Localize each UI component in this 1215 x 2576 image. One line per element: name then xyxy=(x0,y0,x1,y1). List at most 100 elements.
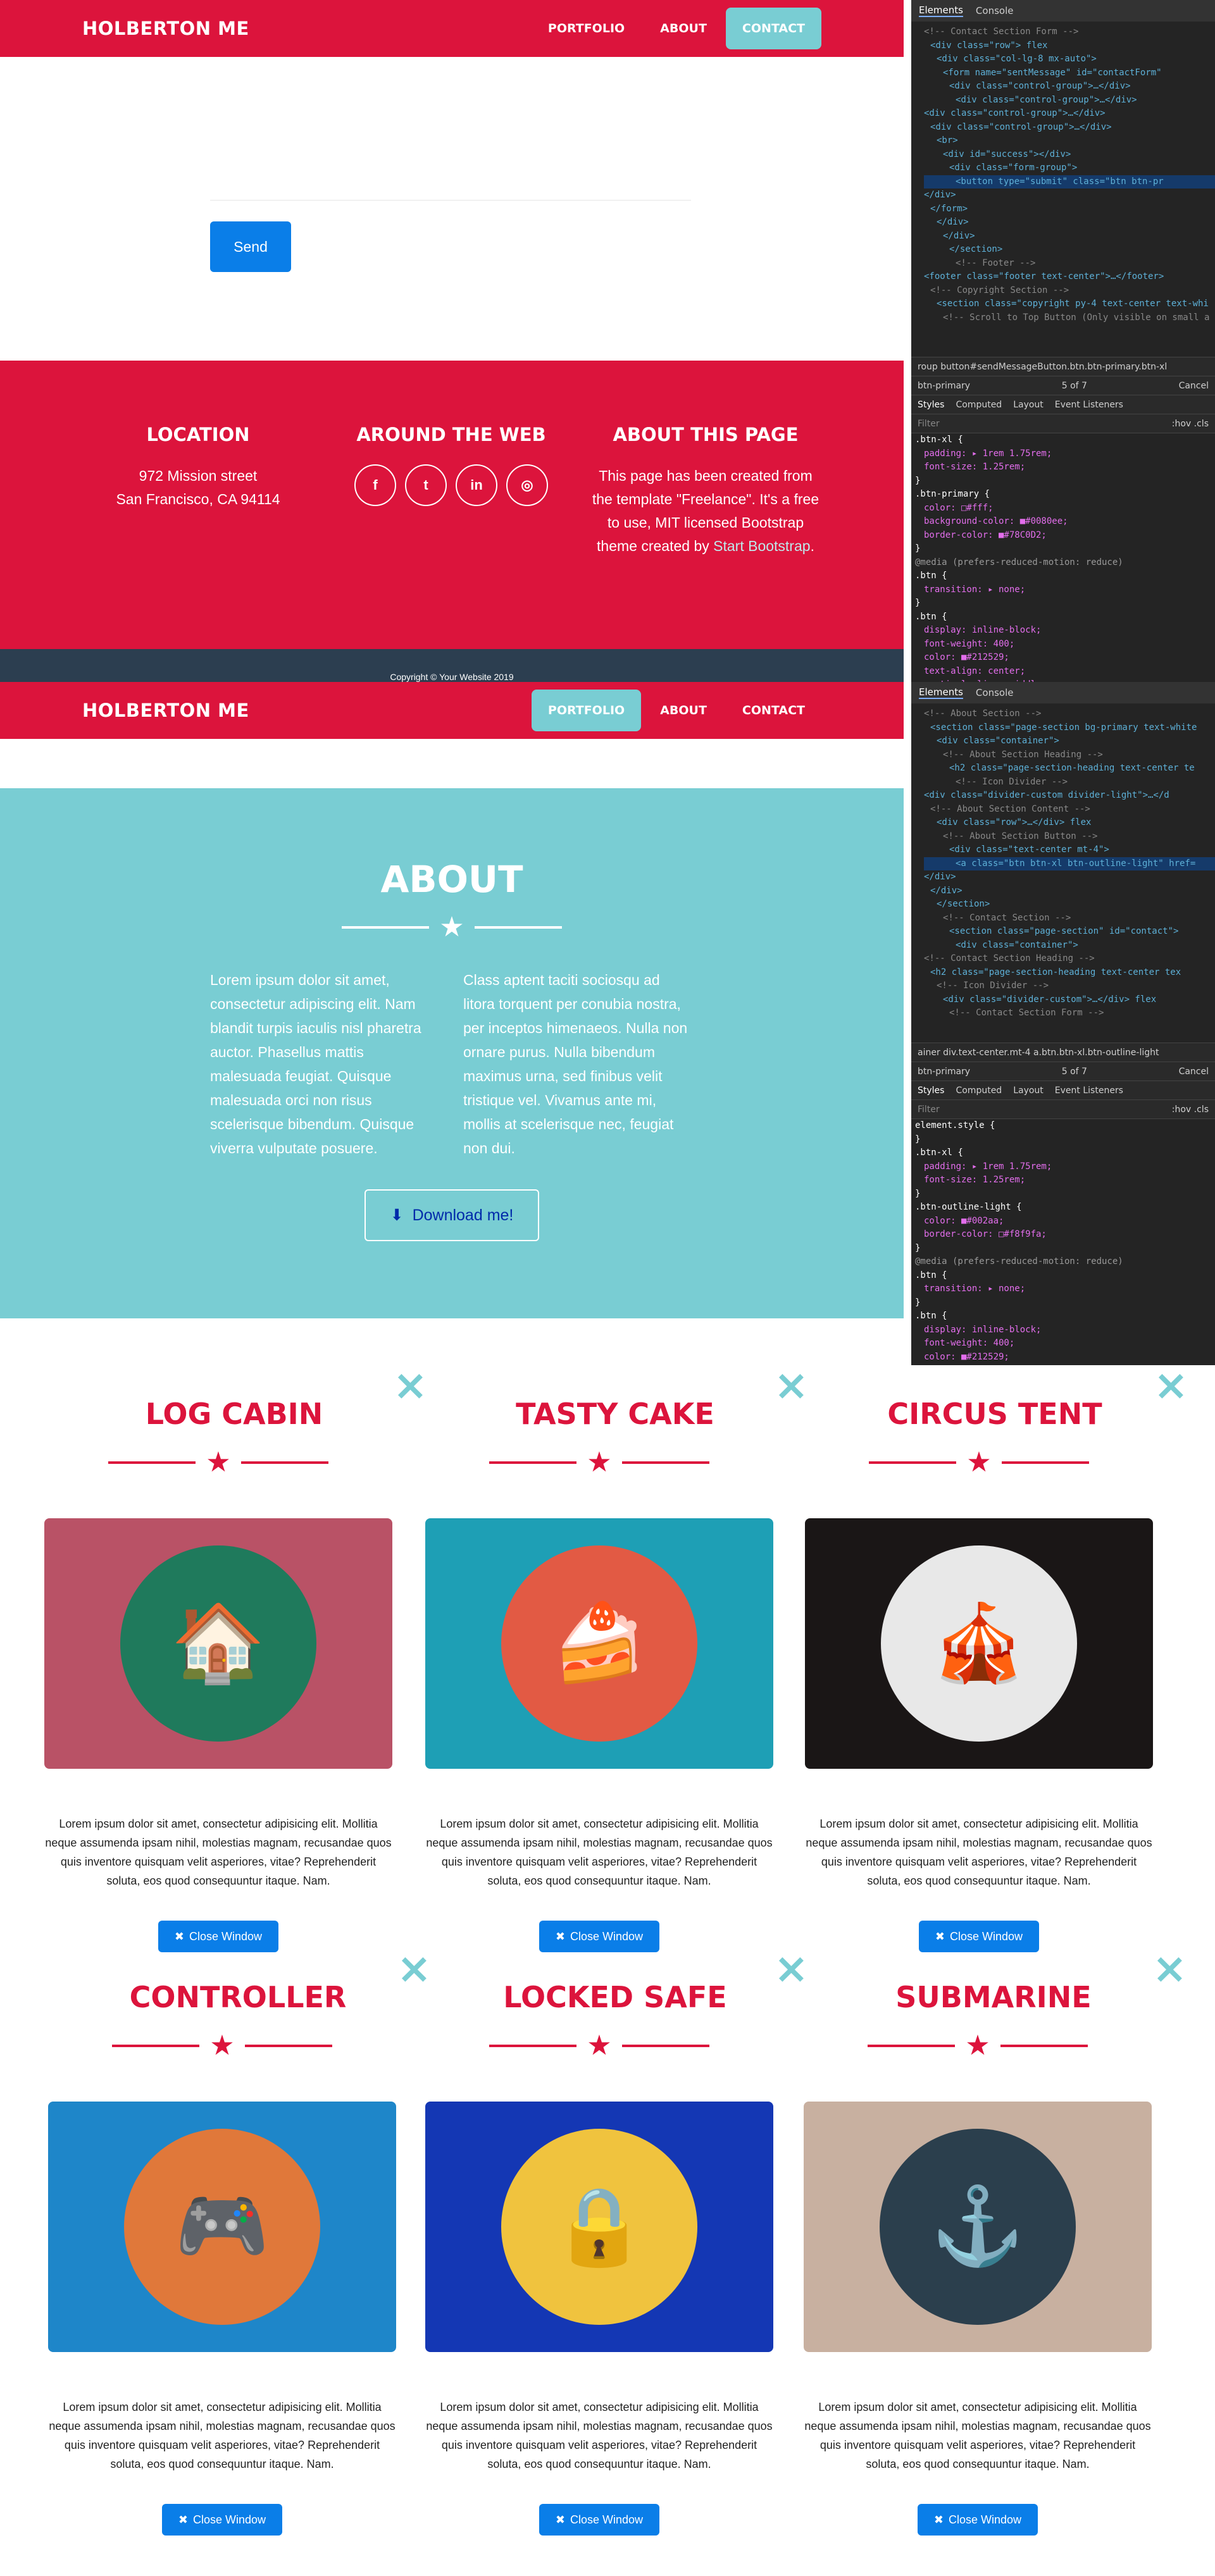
css-rule-line[interactable]: font-size: 1.25rem; xyxy=(911,461,1215,474)
dom-node[interactable]: </div> xyxy=(924,189,1215,202)
css-rule-line[interactable]: .btn { xyxy=(911,1310,1215,1323)
nav-link-portfolio-2[interactable]: PORTFOLIO xyxy=(531,690,642,731)
css-rule-line[interactable]: element.style { xyxy=(911,1119,1215,1133)
tab-elements-2[interactable]: Elements xyxy=(919,686,963,699)
tab-event-listeners-2[interactable]: Event Listeners xyxy=(1055,1081,1123,1099)
search-input[interactable]: btn-primary xyxy=(918,376,970,395)
dom-node[interactable]: <!-- About Section --> xyxy=(924,707,1215,721)
start-bootstrap-link[interactable]: Start Bootstrap xyxy=(713,538,810,554)
css-rule-line[interactable]: } xyxy=(911,1133,1215,1147)
tab-computed[interactable]: Computed xyxy=(956,395,1002,414)
tab-styles[interactable]: Styles xyxy=(918,395,944,414)
cancel-button[interactable]: Cancel xyxy=(1179,376,1209,395)
dom-node[interactable]: </section> xyxy=(924,898,1215,912)
dom-node[interactable]: <!-- Icon Divider --> xyxy=(924,776,1215,790)
close-window-button[interactable]: ✖ Close Window xyxy=(539,2504,659,2536)
css-rule-line[interactable]: text-align: center; xyxy=(911,665,1215,679)
dom-node[interactable]: <div class="col-lg-8 mx-auto"> xyxy=(924,53,1215,66)
hov-cls-toggle[interactable]: :hov .cls xyxy=(1172,414,1209,433)
css-rule-line[interactable]: .btn { xyxy=(911,1269,1215,1283)
twitter-icon[interactable]: t xyxy=(405,464,447,506)
css-rule-line[interactable]: color: □#fff; xyxy=(911,502,1215,516)
dom-node[interactable]: <h2 class="page-section-heading text-cen… xyxy=(924,966,1215,980)
css-rule-line[interactable]: } xyxy=(911,542,1215,556)
close-window-button[interactable]: ✖ Close Window xyxy=(918,2504,1038,2536)
close-window-button[interactable]: ✖ Close Window xyxy=(162,2504,282,2536)
css-rule-line[interactable]: color: ■#002aa; xyxy=(911,1215,1215,1229)
dom-node[interactable]: <section class="copyright py-4 text-cent… xyxy=(924,297,1215,311)
tab-event-listeners[interactable]: Event Listeners xyxy=(1055,395,1123,414)
nav-link-portfolio[interactable]: PORTFOLIO xyxy=(532,8,641,49)
tab-console[interactable]: Console xyxy=(976,5,1014,16)
css-rule-line[interactable]: .btn-xl { xyxy=(911,1146,1215,1160)
css-rule-line[interactable]: padding: ▸ 1rem 1.75rem; xyxy=(911,447,1215,461)
dom-node[interactable]: <!-- Contact Section Heading --> xyxy=(924,952,1215,966)
facebook-icon[interactable]: f xyxy=(354,464,396,506)
dom-node[interactable]: <section class="page-section bg-primary … xyxy=(924,721,1215,735)
dom-node[interactable]: <div class="divider-custom">…</div> flex xyxy=(924,993,1215,1007)
dom-node[interactable]: </form> xyxy=(924,202,1215,216)
dom-node[interactable]: <!-- About Section Button --> xyxy=(924,830,1215,844)
css-rule-line[interactable]: display: inline-block; xyxy=(911,1323,1215,1337)
breadcrumb-bar-2[interactable]: ainer div.text-center.mt-4 a.btn.btn-xl.… xyxy=(911,1043,1215,1062)
filter-input-2[interactable]: Filter xyxy=(918,1100,940,1118)
cancel-button-2[interactable]: Cancel xyxy=(1179,1062,1209,1081)
css-rule-line[interactable]: border-color: □#f8f9fa; xyxy=(911,1228,1215,1242)
css-rule-line[interactable]: border-color: ■#78C0D2; xyxy=(911,529,1215,543)
dom-node[interactable]: <a class="btn btn-xl btn-outline-light" … xyxy=(924,857,1215,870)
dom-node[interactable]: <div class="row"> flex xyxy=(924,39,1215,53)
dom-node[interactable]: </div> xyxy=(924,870,1215,884)
css-rule-line[interactable]: font-weight: 400; xyxy=(911,1337,1215,1351)
dom-node[interactable]: <div class="divider-custom divider-light… xyxy=(924,789,1215,803)
dom-node[interactable]: <div id="success"></div> xyxy=(924,148,1215,162)
dom-node[interactable]: </div> xyxy=(924,216,1215,230)
dom-node[interactable]: <div class="control-group">…</div> xyxy=(924,121,1215,135)
dom-node[interactable]: <!-- About Section Heading --> xyxy=(924,748,1215,762)
css-rule-line[interactable]: } xyxy=(911,597,1215,610)
css-rule-line[interactable]: @media (prefers-reduced-motion: reduce) xyxy=(911,556,1215,570)
send-button[interactable]: Send xyxy=(210,221,291,272)
brand-logo[interactable]: HOLBERTON ME xyxy=(82,18,529,39)
css-rule-line[interactable]: .btn-primary { xyxy=(911,488,1215,502)
dom-node[interactable]: </div> xyxy=(924,884,1215,898)
dom-node[interactable]: <div class="control-group">…</div> xyxy=(924,107,1215,121)
css-rule-line[interactable]: .btn-xl { xyxy=(911,433,1215,447)
dom-node[interactable]: <br> xyxy=(924,134,1215,148)
close-window-button[interactable]: ✖ Close Window xyxy=(539,1921,659,1952)
tab-computed-2[interactable]: Computed xyxy=(956,1081,1002,1099)
css-rule-line[interactable]: color: ■#212529; xyxy=(911,651,1215,665)
tab-elements[interactable]: Elements xyxy=(919,4,963,17)
dom-node[interactable]: <div class="control-group">…</div> xyxy=(924,80,1215,94)
dom-node[interactable]: <div class="control-group">…</div> xyxy=(924,94,1215,108)
css-rule-line[interactable]: } xyxy=(911,1242,1215,1256)
dribbble-icon[interactable]: ◎ xyxy=(506,464,548,506)
dom-node[interactable]: </div> xyxy=(924,230,1215,244)
nav-link-contact-2[interactable]: CONTACT xyxy=(726,690,821,731)
css-rule-line[interactable]: } xyxy=(911,474,1215,488)
tab-styles-2[interactable]: Styles xyxy=(918,1081,944,1099)
css-rule-line[interactable]: background-color: ■#0080ee; xyxy=(911,515,1215,529)
filter-input[interactable]: Filter xyxy=(918,414,940,433)
css-rule-line[interactable]: font-weight: 400; xyxy=(911,638,1215,652)
dom-node[interactable]: <section class="page-section" id="contac… xyxy=(924,925,1215,939)
css-rule-line[interactable]: .btn-outline-light { xyxy=(911,1201,1215,1215)
dom-node[interactable]: <div class="text-center mt-4"> xyxy=(924,843,1215,857)
dom-node[interactable]: <form name="sentMessage" id="contactForm… xyxy=(924,66,1215,80)
hov-cls-toggle-2[interactable]: :hov .cls xyxy=(1172,1100,1209,1118)
dom-node[interactable]: <!-- Scroll to Top Button (Only visible … xyxy=(924,311,1215,325)
css-rule-line[interactable]: transition: ▸ none; xyxy=(911,1282,1215,1296)
dom-node[interactable]: <!-- Contact Section --> xyxy=(924,912,1215,926)
dom-node[interactable]: <!-- About Section Content --> xyxy=(924,803,1215,817)
dom-node[interactable]: <div class="container"> xyxy=(924,734,1215,748)
css-rule-line[interactable]: transition: ▸ none; xyxy=(911,583,1215,597)
close-window-button[interactable]: ✖ Close Window xyxy=(919,1921,1039,1952)
dom-node[interactable]: <footer class="footer text-center">…</fo… xyxy=(924,270,1215,284)
tab-console-2[interactable]: Console xyxy=(976,687,1014,698)
css-rule-line[interactable]: } xyxy=(911,1187,1215,1201)
css-rule-line[interactable]: .btn { xyxy=(911,610,1215,624)
nav-link-about-2[interactable]: ABOUT xyxy=(644,690,723,731)
download-button[interactable]: ⬇ Download me! xyxy=(364,1189,539,1241)
dom-node[interactable]: <h2 class="page-section-heading text-cen… xyxy=(924,762,1215,776)
dom-node[interactable]: <!-- Contact Section Form --> xyxy=(924,25,1215,39)
nav-link-about[interactable]: ABOUT xyxy=(644,8,723,49)
